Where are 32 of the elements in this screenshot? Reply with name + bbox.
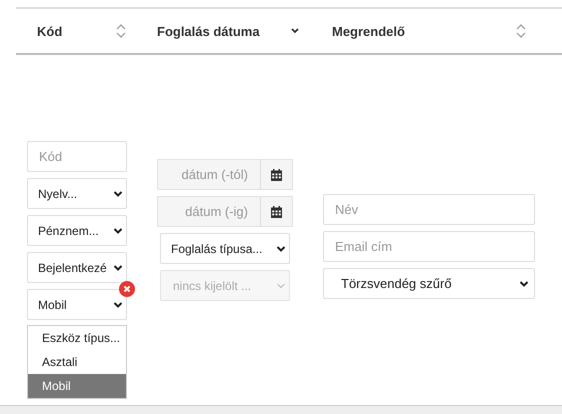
caret-icon [113, 300, 123, 308]
dropdown-option[interactable]: Eszköz típus... [28, 326, 126, 350]
caret-icon [113, 190, 123, 198]
calendar-icon [271, 206, 282, 218]
select-field[interactable]: Törzsvendég szűrő [323, 268, 535, 299]
clear-icon[interactable] [119, 281, 135, 297]
select-field[interactable]: Pénznem... [27, 215, 127, 246]
text-field[interactable]: Kód [27, 141, 127, 172]
calendar-button[interactable] [261, 196, 293, 227]
select-field[interactable]: Bejelentkezé [27, 252, 127, 283]
sort-icon[interactable] [516, 24, 526, 38]
select-field[interactable]: Mobil [27, 289, 127, 320]
caret-icon [113, 264, 123, 272]
text-field[interactable]: Email cím [323, 231, 535, 262]
column-header[interactable]: Megrendelő [332, 24, 405, 38]
sort-descending-icon[interactable] [290, 27, 300, 35]
date-field[interactable]: dátum (-tól) [157, 159, 261, 190]
dropdown-option[interactable]: Mobil [28, 374, 126, 398]
sort-icon[interactable] [116, 24, 126, 38]
select-field[interactable]: Foglalás típusa... [160, 233, 290, 264]
caret-icon [113, 226, 123, 234]
calendar-icon [271, 168, 282, 180]
column-header[interactable]: Kód [37, 24, 62, 38]
date-field[interactable]: dátum (-ig) [157, 196, 261, 227]
caret-icon [276, 282, 286, 290]
dropdown-option[interactable]: Asztali [28, 350, 126, 374]
column-header[interactable]: Foglalás dátuma [157, 24, 260, 38]
calendar-button[interactable] [261, 159, 293, 190]
select-field[interactable]: Nyelv... [27, 178, 127, 209]
text-field[interactable]: Név [323, 194, 535, 225]
caret-icon [519, 280, 529, 288]
caret-icon [276, 244, 286, 252]
